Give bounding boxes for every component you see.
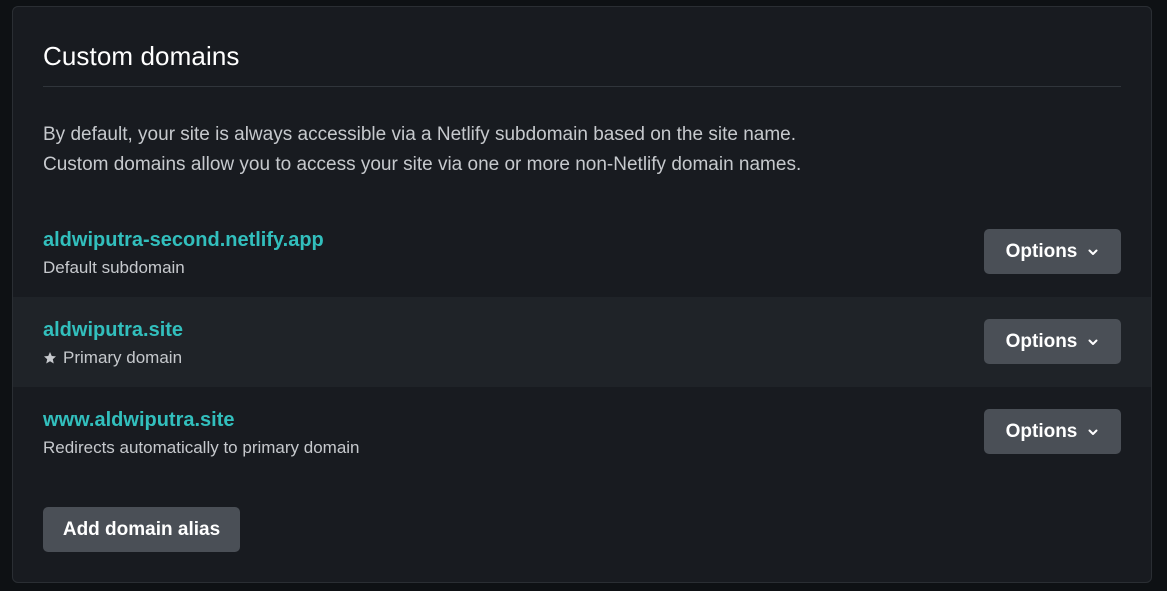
options-button[interactable]: Options bbox=[984, 409, 1121, 454]
domain-link[interactable]: aldwiputra-second.netlify.app bbox=[43, 227, 324, 253]
domain-subtitle-text: Redirects automatically to primary domai… bbox=[43, 438, 360, 457]
section-description: By default, your site is always accessib… bbox=[43, 120, 1103, 180]
custom-domains-card: Custom domains By default, your site is … bbox=[12, 6, 1152, 583]
star-icon bbox=[44, 352, 56, 364]
domain-link[interactable]: www.aldwiputra.site bbox=[43, 407, 235, 433]
domain-subtitle: Primary domain bbox=[43, 347, 182, 369]
domain-row-primary: aldwiputra.site Primary domain Options bbox=[13, 297, 1151, 387]
title-divider bbox=[43, 86, 1121, 87]
options-label: Options bbox=[1005, 420, 1078, 442]
options-label: Options bbox=[1005, 330, 1078, 352]
section-title: Custom domains bbox=[43, 41, 240, 71]
options-button[interactable]: Options bbox=[984, 229, 1121, 274]
domain-row-www: www.aldwiputra.site Redirects automatica… bbox=[13, 387, 1151, 477]
chevron-down-icon bbox=[1088, 429, 1098, 435]
description-line-2: Custom domains allow you to access your … bbox=[43, 154, 802, 175]
description-line-1: By default, your site is always accessib… bbox=[43, 124, 796, 145]
domain-subtitle-text: Default subdomain bbox=[43, 258, 185, 277]
domain-subtitle: Default subdomain bbox=[43, 257, 185, 279]
options-button[interactable]: Options bbox=[984, 319, 1121, 364]
chevron-down-icon bbox=[1088, 339, 1098, 345]
domain-subtitle-text: Primary domain bbox=[63, 348, 183, 367]
domain-link[interactable]: aldwiputra.site bbox=[43, 317, 183, 343]
domain-row-netlify-subdomain: aldwiputra-second.netlify.app Default su… bbox=[13, 207, 1151, 297]
options-label: Options bbox=[1005, 240, 1078, 262]
add-domain-alias-button[interactable]: Add domain alias bbox=[43, 507, 240, 552]
domain-subtitle: Redirects automatically to primary domai… bbox=[43, 437, 360, 459]
chevron-down-icon bbox=[1088, 249, 1098, 255]
